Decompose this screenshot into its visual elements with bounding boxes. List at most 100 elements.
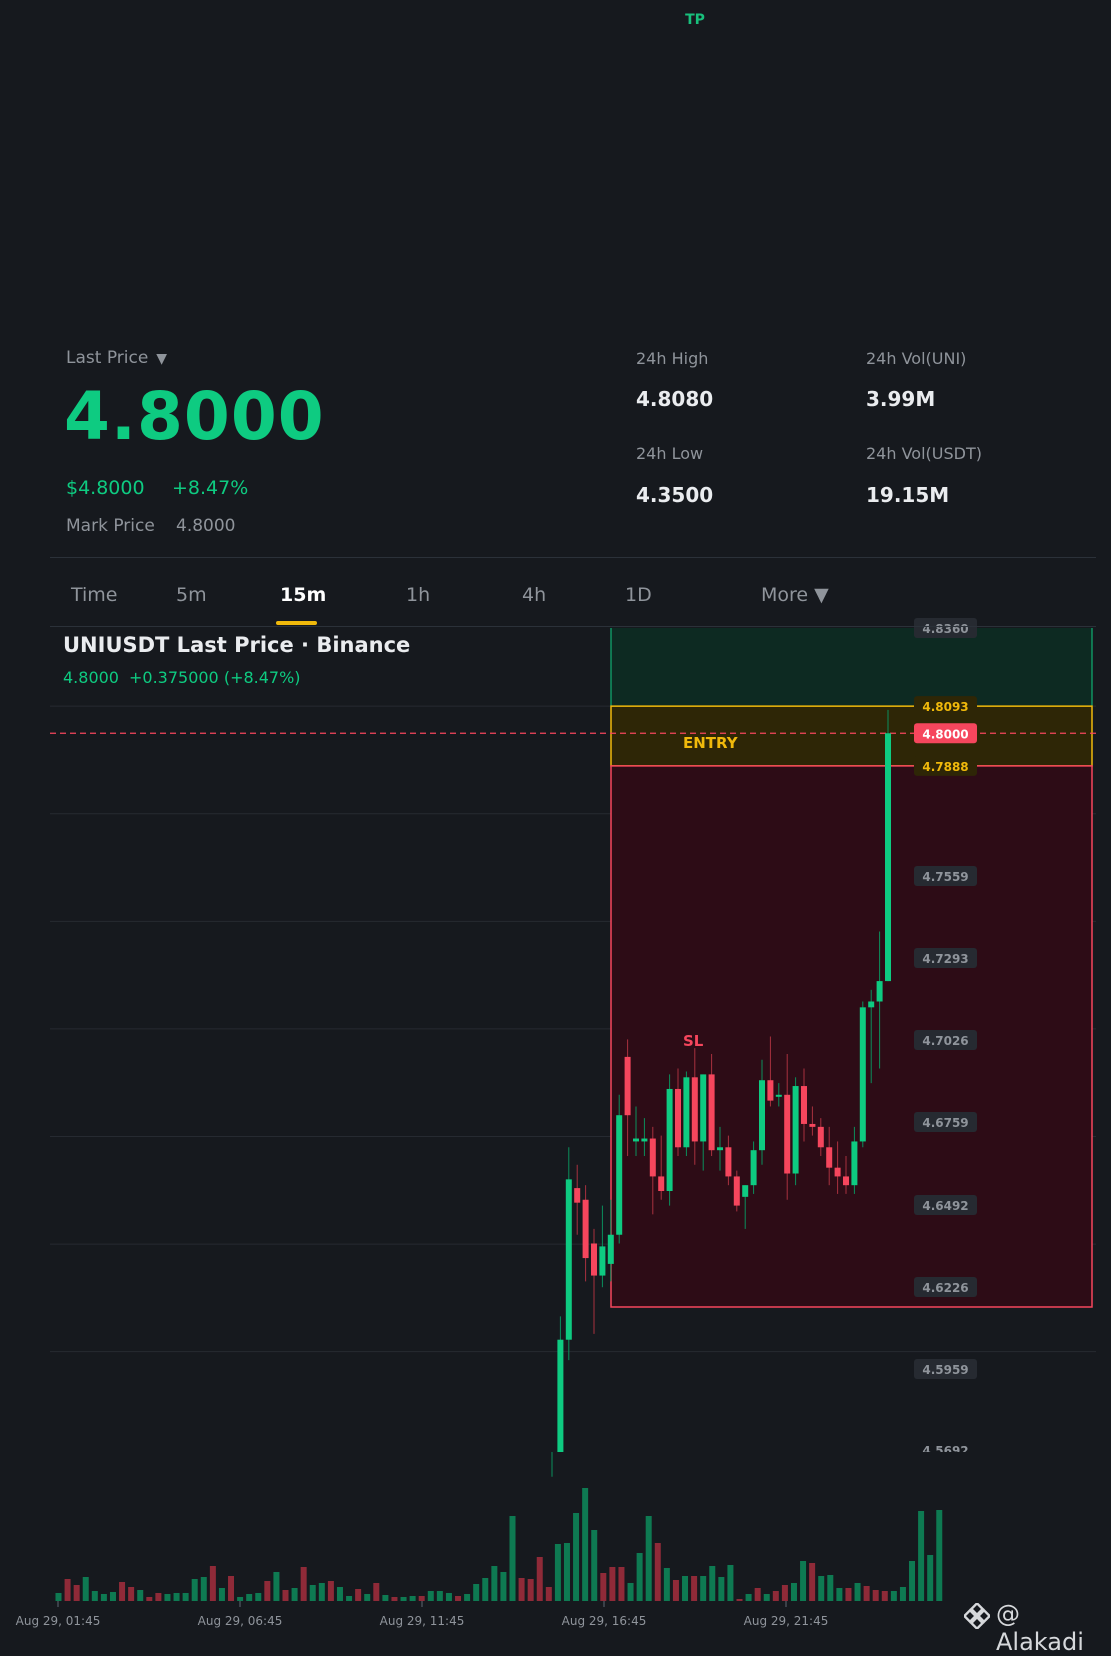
volume-bar-89: [863, 1586, 870, 1601]
tab-time[interactable]: Time: [71, 584, 118, 606]
candle-body-23: [742, 1185, 749, 1197]
volume-bar-73: [718, 1577, 725, 1601]
candle-body-13: [658, 1176, 665, 1192]
volume-bar-20: [237, 1597, 244, 1601]
volume-bar-49: [500, 1572, 507, 1601]
candle-body-3: [574, 1188, 581, 1203]
volume-bar-42: [436, 1591, 443, 1601]
volume-bar-47: [482, 1578, 489, 1601]
volume-bar-65: [645, 1516, 652, 1601]
volume-bar-59: [591, 1530, 598, 1601]
volume-bar-43: [445, 1593, 452, 1601]
volume-bar-1: [64, 1579, 71, 1601]
volume-bar-31: [336, 1587, 343, 1601]
volume-bar-97: [936, 1510, 943, 1601]
time-tick-3: Aug 29, 16:45: [562, 1614, 647, 1628]
stat-value-24h-vol-uni: 3.99M: [866, 387, 936, 411]
last-price-value: 4.8000: [64, 378, 325, 455]
candle-body-14: [666, 1088, 673, 1192]
tab-1d[interactable]: 1D: [625, 584, 652, 606]
mark-price-label: Mark Price: [66, 516, 155, 536]
stat-label-24h-low: 24h Low: [636, 444, 704, 463]
candle-body-38: [868, 1001, 875, 1008]
tab-more[interactable]: More ▼: [761, 584, 829, 606]
volume-bar-16: [200, 1577, 207, 1601]
volume-bar-83: [809, 1563, 816, 1601]
volume-bar-18: [218, 1588, 225, 1601]
entry-zone-label: ENTRY: [683, 734, 739, 752]
stat-label-24h-vol-usdt: 24h Vol(USDT): [866, 444, 982, 463]
volume-bar-63: [627, 1583, 634, 1601]
volume-bar-71: [700, 1576, 707, 1601]
volume-bar-22: [255, 1593, 262, 1601]
candle-body-1: [557, 1339, 564, 1452]
volume-bar-68: [672, 1580, 679, 1601]
price-tick-3: 4.6226: [922, 1281, 968, 1295]
volume-bar-39: [409, 1596, 416, 1601]
candle-body-24: [750, 1150, 757, 1186]
price-tick-4: 4.6492: [922, 1199, 968, 1213]
volume-bar-80: [781, 1585, 788, 1601]
volume-bar-10: [146, 1597, 153, 1601]
chart-canvas[interactable]: 4.8360 4.5692 4.5959 4.6226 4.6492 4.6759 4.70…: [0, 0, 1111, 1644]
volume-bar-19: [228, 1576, 235, 1601]
time-tick-4: Aug 29, 21:45: [744, 1614, 829, 1628]
volume-bar-48: [491, 1566, 498, 1601]
volume-bar-78: [763, 1594, 770, 1601]
volume-bar-32: [346, 1596, 353, 1601]
volume-bar-24: [273, 1572, 280, 1601]
volume-bar-5: [100, 1594, 107, 1601]
sl-zone-label: SL: [683, 1032, 704, 1050]
tab-4h[interactable]: 4h: [522, 584, 546, 606]
time-tick-0: Aug 29, 01:45: [16, 1614, 101, 1628]
watermark-text: @ Alakadi: [996, 1600, 1084, 1656]
stat-label-24h-high: 24h High: [636, 349, 709, 368]
candle-body-7: [607, 1234, 614, 1264]
candle-body-20: [717, 1147, 723, 1151]
mark-price-value: 4.8000: [176, 516, 236, 536]
volume-bar-40: [418, 1596, 425, 1601]
volume-bar-2: [73, 1585, 80, 1601]
volume-bar-17: [209, 1566, 216, 1601]
price-tick-8: 4.7559: [922, 870, 968, 884]
volume-bar-53: [536, 1557, 543, 1601]
volume-bar-55: [554, 1544, 561, 1601]
last-price-selector[interactable]: Last Price ▼: [66, 348, 167, 368]
candle-body-11: [641, 1138, 648, 1142]
candle-body-26: [767, 1080, 774, 1101]
volume-bar-50: [509, 1516, 516, 1601]
volume-bar-64: [636, 1553, 643, 1601]
price-level-last: 4.8000: [922, 727, 968, 741]
price-level-tp-top: 4.8093: [922, 700, 968, 714]
volume-bar-54: [545, 1587, 552, 1601]
volume-bar-4: [91, 1591, 98, 1601]
candle-body-12: [649, 1138, 656, 1177]
tabs-divider: [50, 626, 1096, 627]
candle-body-5: [591, 1243, 597, 1276]
candle-body-8: [616, 1115, 623, 1235]
volume-bar-36: [382, 1595, 389, 1601]
volume-bar-41: [427, 1591, 434, 1601]
volume-bar-96: [927, 1555, 934, 1601]
tab-15m[interactable]: 15m: [280, 584, 326, 606]
time-tick-2: Aug 29, 11:45: [380, 1614, 465, 1628]
volume-bar-87: [845, 1588, 852, 1601]
stat-value-24h-low: 4.3500: [636, 483, 714, 507]
volume-bar-26: [291, 1588, 298, 1601]
volume-bar-79: [772, 1591, 779, 1601]
stat-label-24h-vol-uni: 24h Vol(UNI): [866, 349, 967, 368]
tab-5m[interactable]: 5m: [176, 584, 207, 606]
volume-bar-14: [182, 1593, 189, 1601]
volume-bar-95: [918, 1511, 925, 1601]
volume-bar-66: [654, 1543, 661, 1601]
price-level-entry-bottom: 4.7888: [922, 760, 968, 774]
tp-zone: [611, 628, 1092, 707]
tab-1h[interactable]: 1h: [406, 584, 430, 606]
price-tick-1: 4.5692: [922, 1444, 968, 1458]
volume-bar-25: [282, 1590, 289, 1601]
volume-bar-72: [709, 1566, 716, 1601]
volume-bar-51: [518, 1578, 525, 1601]
candle-body-35: [843, 1176, 849, 1186]
volume-bar-84: [818, 1576, 825, 1601]
candle-body-28: [784, 1094, 791, 1174]
